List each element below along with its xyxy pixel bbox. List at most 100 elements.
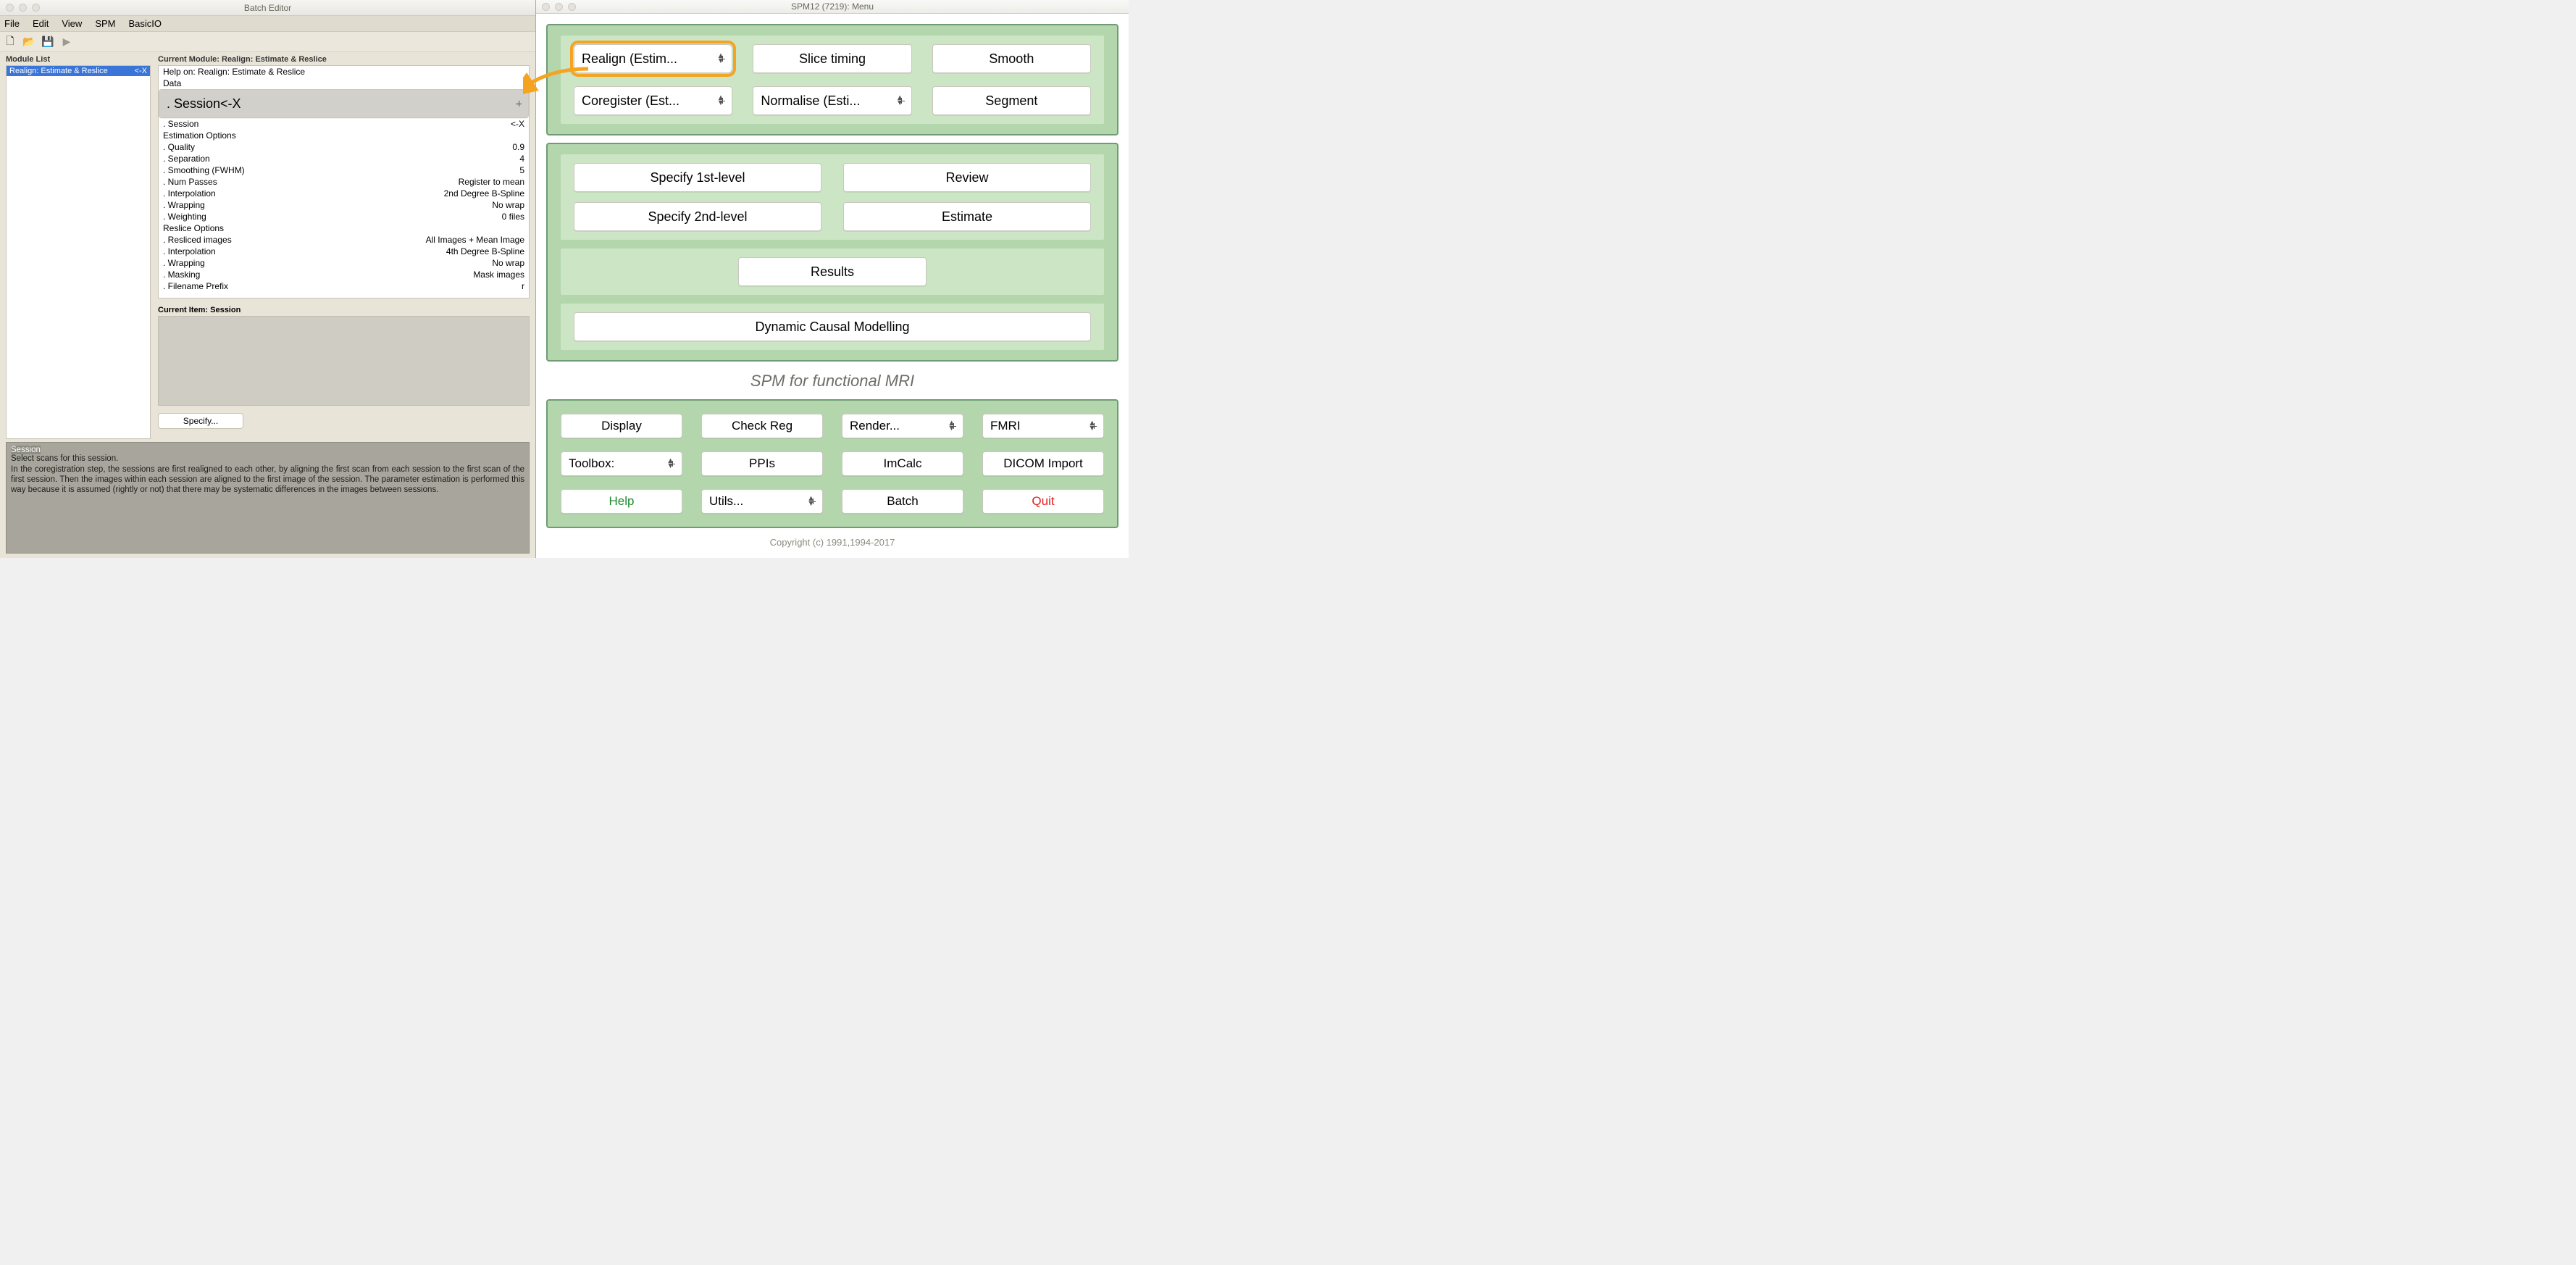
run-icon[interactable]: ▶: [59, 35, 74, 49]
copyright: Copyright (c) 1991,1994-2017: [546, 537, 1118, 548]
review-button[interactable]: Review: [843, 163, 1091, 192]
module-item-realign[interactable]: Realign: Estimate & Reslice <-X: [7, 66, 150, 76]
estimate-button[interactable]: Estimate: [843, 202, 1091, 231]
param-row[interactable]: Reslice Options: [159, 222, 529, 234]
dcm-button[interactable]: Dynamic Causal Modelling: [574, 312, 1091, 341]
param-label: . Separation: [163, 153, 210, 164]
utils-label: Utils...: [709, 494, 743, 509]
param-value: Mask images: [473, 269, 524, 280]
toolbox-label: Toolbox:: [569, 456, 614, 471]
param-row[interactable]: Data: [159, 78, 529, 89]
param-value: No wrap: [492, 257, 524, 269]
current-module-label: Current Module: Realign: Estimate & Resl…: [158, 55, 530, 64]
batch-titlebar: Batch Editor: [0, 0, 535, 16]
updown-icon: ▲▼: [716, 96, 724, 106]
help-button[interactable]: Help: [561, 489, 682, 514]
updown-icon: ▲▼: [807, 496, 815, 506]
module-list[interactable]: Realign: Estimate & Reslice <-X: [6, 65, 151, 439]
param-row[interactable]: . Session<-X: [159, 118, 529, 130]
param-label: . Quality: [163, 141, 195, 153]
param-row[interactable]: . Smoothing (FWHM) 5: [159, 164, 529, 176]
menu-edit[interactable]: Edit: [33, 18, 49, 29]
param-row[interactable]: . Quality0.9: [159, 141, 529, 153]
batch-toolbar: 🗋 📂 💾 ▶: [0, 32, 535, 52]
spatial-panel: Realign (Estim... ▲▼ Slice timing Smooth…: [546, 24, 1118, 135]
quit-button[interactable]: Quit: [982, 489, 1104, 514]
param-row[interactable]: . WrappingNo wrap: [159, 257, 529, 269]
param-label: Data: [163, 78, 181, 89]
param-row[interactable]: . Interpolation4th Degree B-Spline: [159, 246, 529, 257]
normalise-label: Normalise (Esti...: [761, 93, 860, 109]
param-row[interactable]: . Num PassesRegister to mean: [159, 176, 529, 188]
param-row[interactable]: . Weighting0 files: [159, 211, 529, 222]
smooth-button[interactable]: Smooth: [932, 44, 1091, 73]
param-label: Reslice Options: [163, 222, 224, 234]
menu-file[interactable]: File: [4, 18, 20, 29]
param-row[interactable]: . WrappingNo wrap: [159, 199, 529, 211]
param-row[interactable]: . Separation 4: [159, 153, 529, 164]
ppis-button[interactable]: PPIs: [701, 451, 823, 476]
param-row[interactable]: . Interpolation 2nd Degree B-Spline: [159, 188, 529, 199]
param-row[interactable]: Help on: Realign: Estimate & Reslice: [159, 66, 529, 78]
param-label: . Smoothing (FWHM): [163, 164, 245, 176]
param-label: . Interpolation: [163, 246, 216, 257]
param-row[interactable]: Estimation Options: [159, 130, 529, 141]
param-label: Estimation Options: [163, 130, 236, 141]
updown-icon: ▲▼: [716, 54, 724, 64]
coregister-select[interactable]: Coregister (Est... ▲▼: [574, 86, 732, 115]
param-row[interactable]: . Filename Prefixr: [159, 280, 529, 292]
menu-spm[interactable]: SPM: [95, 18, 115, 29]
checkreg-button[interactable]: Check Reg: [701, 414, 823, 438]
updown-icon: ▲▼: [896, 96, 904, 106]
realign-select[interactable]: Realign (Estim... ▲▼: [574, 44, 732, 73]
open-icon[interactable]: 📂: [22, 35, 36, 49]
param-row[interactable]: . Resliced imagesAll Images + Mean Image: [159, 234, 529, 246]
batch-menubar[interactable]: File Edit View SPM BasicIO: [0, 16, 535, 32]
specify-1st-button[interactable]: Specify 1st-level: [574, 163, 821, 192]
current-item-box[interactable]: [158, 316, 530, 406]
util-panel: Display Check Reg Render...▲▼ FMRI▲▼ Too…: [546, 399, 1118, 528]
module-list-label: Module List: [6, 55, 151, 64]
specify-button[interactable]: Specify...: [158, 413, 243, 429]
specify-2nd-button[interactable]: Specify 2nd-level: [574, 202, 821, 231]
toolbox-select[interactable]: Toolbox: ▲▼: [561, 451, 682, 476]
spm-titlebar: SPM12 (7219): Menu: [536, 0, 1129, 14]
realign-label: Realign (Estim...: [582, 51, 677, 67]
utils-select[interactable]: Utils... ▲▼: [701, 489, 823, 514]
stats-panel: Specify 1st-level Review Specify 2nd-lev…: [546, 143, 1118, 362]
segment-button[interactable]: Segment: [932, 86, 1091, 115]
batch-button[interactable]: Batch: [842, 489, 963, 514]
results-button[interactable]: Results: [738, 257, 927, 286]
coregister-label: Coregister (Est...: [582, 93, 679, 109]
param-value: 4: [519, 153, 524, 164]
imcalc-button[interactable]: ImCalc: [842, 451, 963, 476]
help-body: In the coregistration step, the sessions…: [11, 464, 524, 495]
param-row[interactable]: . Session<-X: [159, 89, 529, 118]
param-value: 5: [519, 164, 524, 176]
param-label: . Interpolation: [163, 188, 216, 199]
param-label: . Session: [167, 98, 220, 109]
menu-view[interactable]: View: [62, 18, 82, 29]
param-value: No wrap: [492, 199, 524, 211]
new-icon[interactable]: 🗋: [3, 35, 17, 49]
slice-timing-button[interactable]: Slice timing: [753, 44, 911, 73]
current-item-label: Current Item: Session: [158, 306, 530, 314]
batch-title: Batch Editor: [0, 3, 535, 13]
param-label: . Filename Prefix: [163, 280, 228, 292]
param-value: 2nd Degree B-Spline: [444, 188, 524, 199]
render-select[interactable]: Render...▲▼: [842, 414, 963, 438]
batch-editor-window: Batch Editor File Edit View SPM BasicIO …: [0, 0, 536, 558]
display-button[interactable]: Display: [561, 414, 682, 438]
normalise-select[interactable]: Normalise (Esti... ▲▼: [753, 86, 911, 115]
updown-icon: ▲▼: [666, 459, 674, 469]
param-value: <-X: [511, 118, 524, 130]
batch-body: Module List Realign: Estimate & Reslice …: [0, 52, 535, 558]
help-panel: Session Select scans for this session. I…: [6, 442, 530, 554]
save-icon[interactable]: 💾: [41, 35, 55, 49]
param-list[interactable]: Help on: Realign: Estimate & ResliceData…: [158, 65, 530, 298]
dicom-button[interactable]: DICOM Import: [982, 451, 1104, 476]
fmri-select[interactable]: FMRI▲▼: [982, 414, 1104, 438]
menu-basicio[interactable]: BasicIO: [128, 18, 162, 29]
tagline: SPM for functional MRI: [546, 372, 1118, 391]
param-row[interactable]: . MaskingMask images: [159, 269, 529, 280]
